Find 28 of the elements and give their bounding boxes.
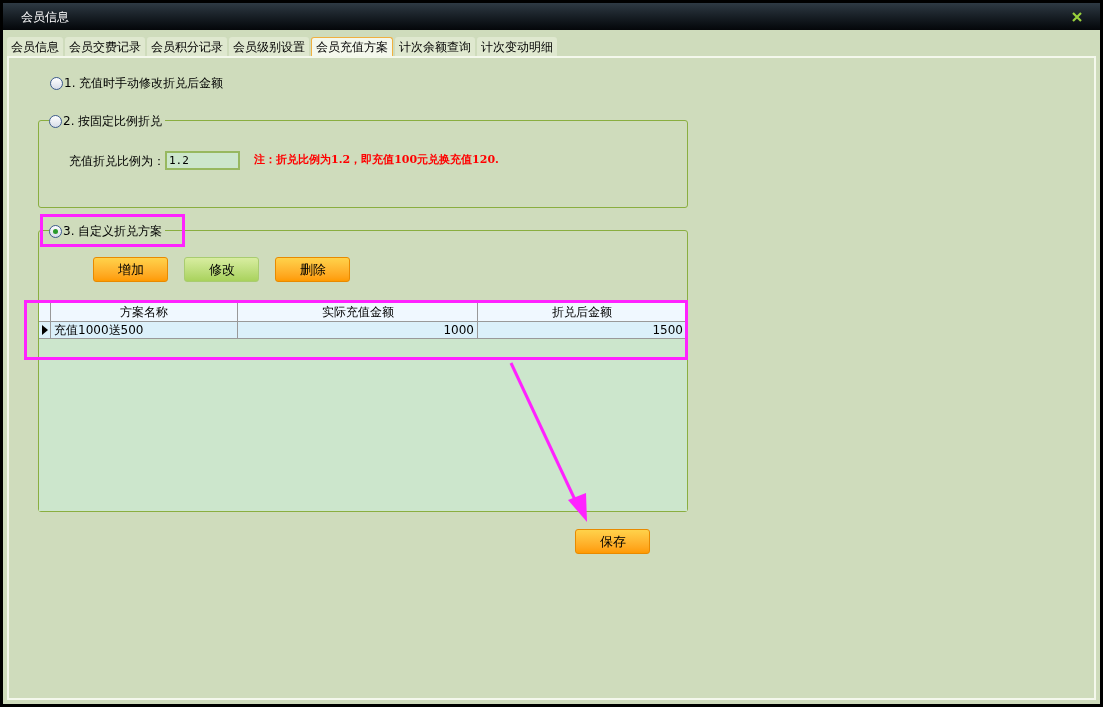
tab[interactable]: 会员信息 — [7, 37, 63, 56]
window-title: 会员信息 — [21, 8, 69, 26]
action-button[interactable]: 修改 — [184, 257, 259, 282]
table-cell: 充值1000送500 — [51, 322, 238, 338]
action-button[interactable]: 增加 — [93, 257, 168, 282]
column-header[interactable]: 折兑后金额 — [478, 303, 687, 321]
tab[interactable]: 计次变动明细 — [477, 37, 557, 56]
column-header[interactable]: 方案名称 — [51, 303, 238, 321]
close-icon[interactable] — [1072, 11, 1082, 22]
table-cell: 1000 — [238, 322, 478, 338]
table-cell: 1500 — [478, 322, 687, 338]
save-button[interactable]: 保存 — [575, 529, 650, 554]
note-text: 注：折兑比例为1.2，即充值100元兑换充值120. — [254, 152, 499, 169]
tab[interactable]: 计次余额查询 — [395, 37, 475, 56]
radio-button[interactable] — [49, 224, 62, 238]
column-header[interactable]: 实际充值金额 — [238, 303, 478, 321]
option-label: 3. 自定义折兑方案 — [63, 223, 163, 240]
tab[interactable]: 会员充值方案 — [311, 37, 393, 56]
field-label: 充值折兑比例为： — [69, 152, 165, 170]
tab[interactable]: 会员交费记录 — [65, 37, 145, 56]
option-label: 2. 按固定比例折兑 — [63, 113, 163, 130]
option-label: 1. 充值时手动修改折兑后金额 — [64, 75, 224, 92]
tab[interactable]: 会员积分记录 — [147, 37, 227, 56]
action-button[interactable]: 删除 — [275, 257, 350, 282]
tab[interactable]: 会员级别设置 — [229, 37, 309, 56]
radio-button[interactable] — [50, 76, 63, 90]
radio-button[interactable] — [49, 114, 62, 128]
ratio-input-field[interactable]: 1.2 — [165, 151, 240, 170]
